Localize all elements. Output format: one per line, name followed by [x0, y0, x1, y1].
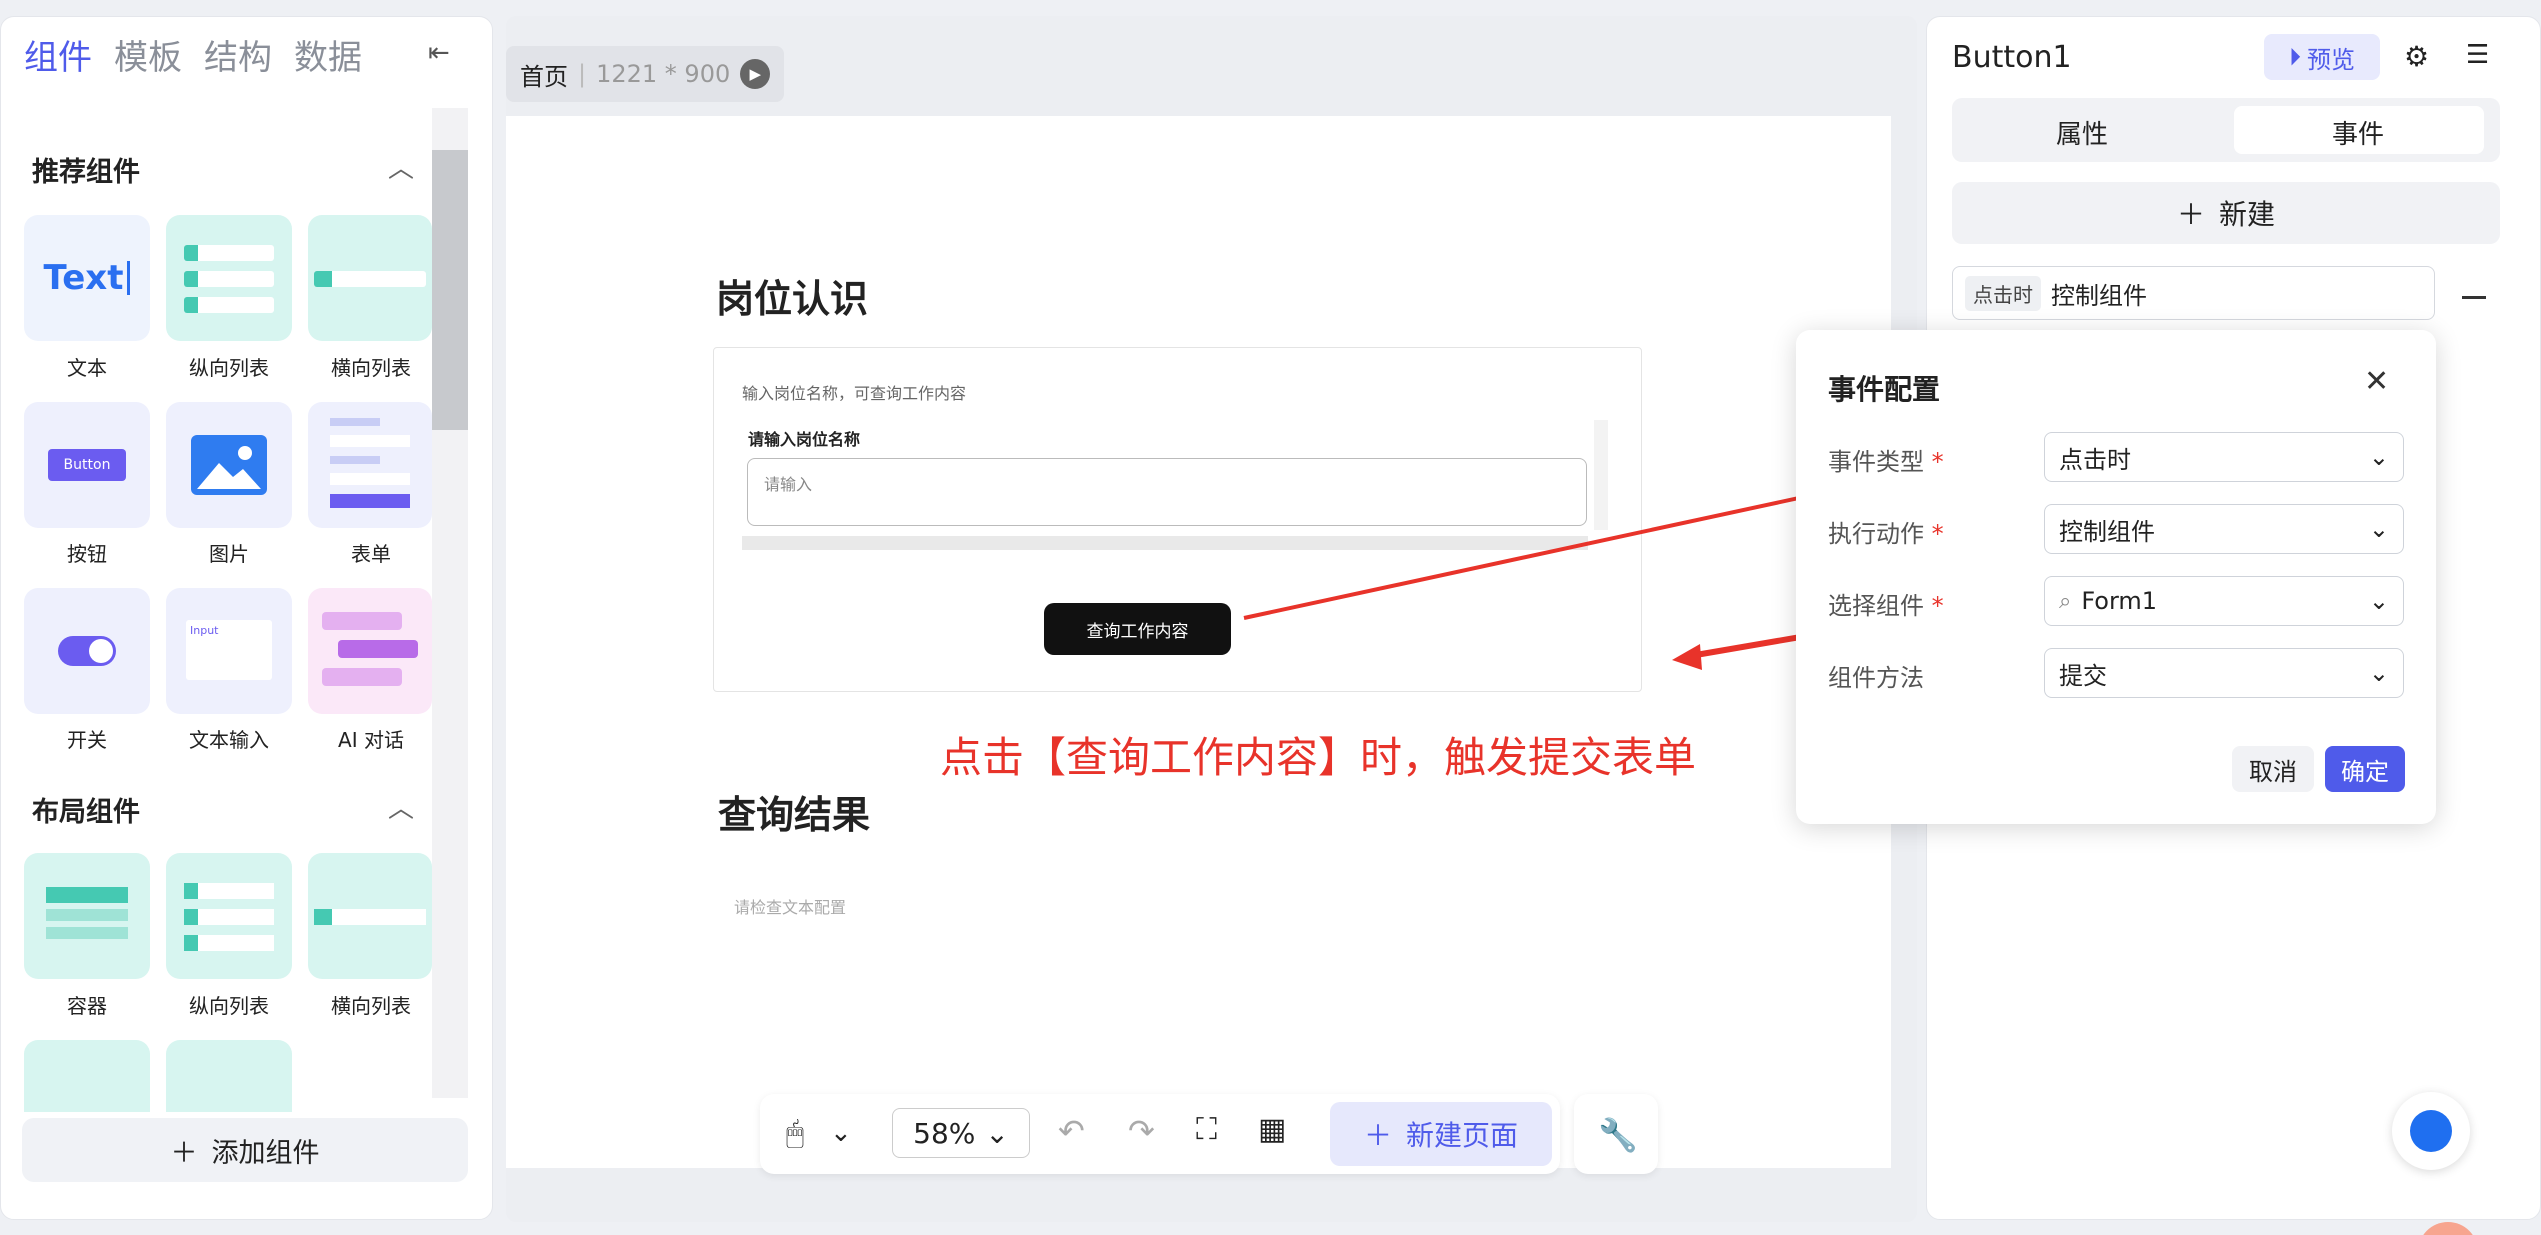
tab-events[interactable]: 事件	[2332, 114, 2384, 151]
new-event-button[interactable]: ＋ 新建	[1952, 182, 2500, 244]
new-page-label: 新建页面	[1406, 1119, 1519, 1152]
component-select[interactable]: ⌕ Form1 ⌄	[2044, 576, 2404, 626]
chevron-down-icon: ⌄	[2368, 587, 2389, 615]
close-icon[interactable]: ✕	[2364, 364, 2389, 399]
chevron-down-icon: ⌄	[2368, 515, 2389, 543]
select-value: Form1	[2081, 587, 2158, 615]
event-tag: 点击时	[1965, 275, 2041, 311]
event-item[interactable]: 点击时 控制组件	[1952, 266, 2435, 320]
action-select[interactable]: 控制组件 ⌄	[2044, 504, 2404, 554]
chevron-down-icon: ⌄	[2368, 443, 2389, 471]
select-value: 控制组件	[2059, 517, 2155, 546]
event-type-select[interactable]: 点击时 ⌄	[2044, 432, 2404, 482]
method-select[interactable]: 提交 ⌄	[2044, 648, 2404, 698]
action-label: 执行动作 *	[1828, 520, 1944, 548]
grid-icon[interactable]: ▦	[1258, 1112, 1286, 1147]
selected-component-title: Button1	[1952, 40, 2072, 75]
zoom-value: 58%	[913, 1116, 976, 1150]
method-label: 组件方法	[1828, 664, 1924, 692]
component-label: 选择组件 *	[1828, 592, 1944, 620]
tab-properties[interactable]: 属性	[2056, 114, 2108, 151]
event-action: 控制组件	[2051, 281, 2147, 310]
new-event-label: 新建	[2219, 198, 2276, 231]
confirm-button[interactable]: 确定	[2325, 746, 2405, 792]
menu-icon[interactable]: ☰	[2466, 40, 2489, 70]
wrench-icon: 🔧	[1598, 1116, 1638, 1154]
modal-title: 事件配置	[1828, 373, 1941, 406]
redo-icon[interactable]: ↷	[1128, 1112, 1155, 1150]
gear-icon[interactable]: ⚙	[2404, 40, 2429, 73]
plus-icon: ＋	[1363, 1119, 1392, 1152]
zoom-select[interactable]: 58% ⌄	[892, 1108, 1030, 1158]
chevron-down-icon[interactable]: ⌄	[830, 1118, 852, 1148]
chat-icon	[2410, 1110, 2452, 1152]
chat-support-button[interactable]	[2392, 1092, 2470, 1170]
plus-icon: ＋	[2176, 198, 2205, 231]
chevron-down-icon: ⌄	[2368, 659, 2389, 687]
remove-event-icon[interactable]	[2462, 296, 2486, 299]
cancel-button[interactable]: 取消	[2232, 746, 2314, 792]
event-type-label: 事件类型 *	[1828, 448, 1944, 476]
play-circle-icon: ⏵	[2289, 43, 2301, 71]
fit-screen-icon[interactable]: ⛶	[1196, 1112, 1217, 1147]
chevron-down-icon: ⌄	[985, 1116, 1009, 1150]
undo-icon[interactable]: ↶	[1058, 1112, 1085, 1150]
select-value: 提交	[2059, 661, 2107, 690]
tools-button[interactable]: 🔧	[1574, 1094, 1658, 1174]
preview-label: 预览	[2307, 45, 2355, 74]
select-value: 点击时	[2059, 445, 2131, 474]
mouse-icon[interactable]: 🖱	[786, 1116, 804, 1151]
new-page-button[interactable]: ＋ 新建页面	[1330, 1102, 1552, 1166]
search-icon: ⌕	[2059, 588, 2072, 614]
preview-button[interactable]: ⏵ 预览	[2264, 34, 2380, 80]
